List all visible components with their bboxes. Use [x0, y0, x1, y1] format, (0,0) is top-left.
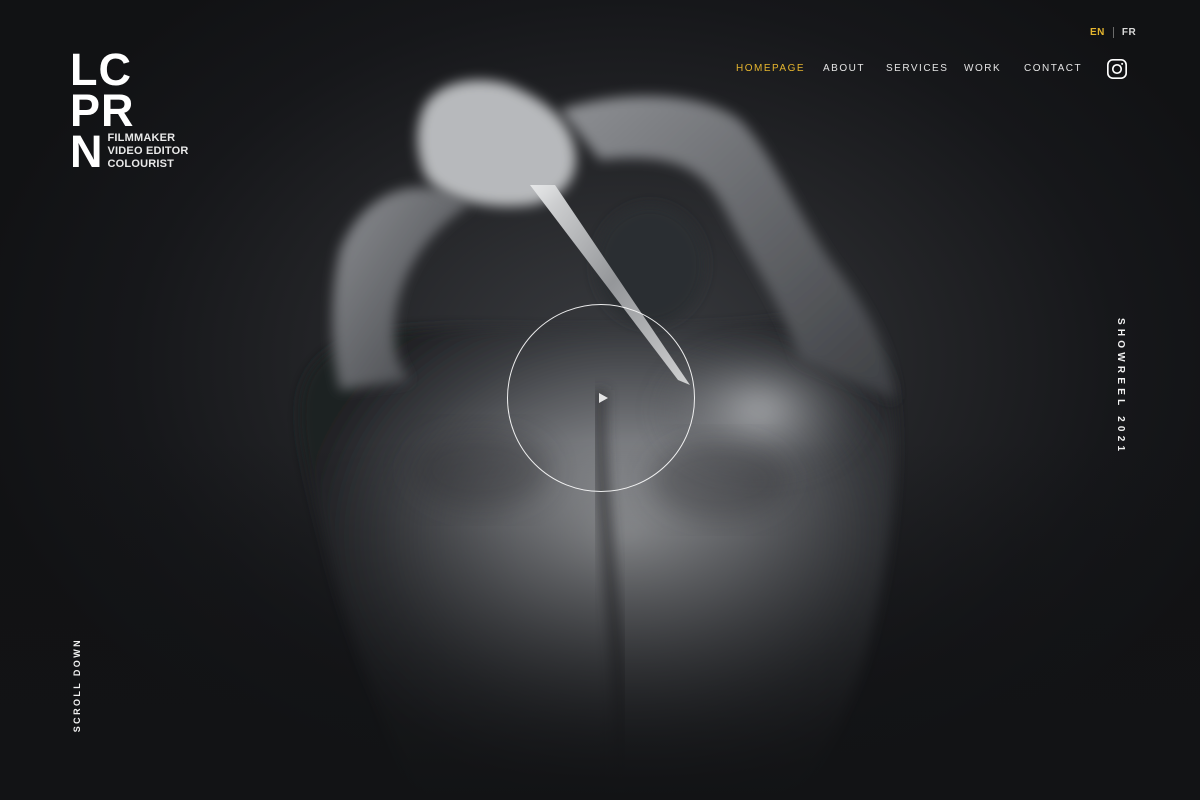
play-icon: [599, 393, 608, 403]
site-logo[interactable]: LC PR N FILMMAKER VIDEO EDITOR COLOURIST: [70, 47, 189, 177]
logo-roles: FILMMAKER VIDEO EDITOR COLOURIST: [108, 132, 189, 171]
role-video-editor: VIDEO EDITOR: [107, 145, 189, 157]
role-colourist: COLOURIST: [107, 158, 175, 170]
scroll-down-link[interactable]: SCROLL DOWN: [72, 638, 82, 732]
language-en[interactable]: EN: [1090, 27, 1105, 38]
instagram-icon[interactable]: [1106, 58, 1128, 80]
language-switch: EN FR: [1090, 27, 1136, 38]
logo-line-3: N: [70, 126, 104, 177]
language-divider: [1112, 27, 1114, 38]
hero-section: LC PR N FILMMAKER VIDEO EDITOR COLOURIST…: [0, 0, 1200, 800]
nav-services[interactable]: SERVICES: [886, 63, 964, 74]
showreel-play-button[interactable]: [507, 304, 695, 492]
main-nav: HOMEPAGE ABOUT SERVICES WORK CONTACT: [736, 63, 1084, 74]
nav-work[interactable]: WORK: [964, 63, 1024, 74]
language-fr[interactable]: FR: [1122, 27, 1136, 38]
nav-contact[interactable]: CONTACT: [1024, 63, 1084, 74]
role-filmmaker: FILMMAKER: [107, 132, 176, 144]
showreel-label[interactable]: SHOWREEL 2021: [1115, 318, 1126, 455]
nav-about[interactable]: ABOUT: [823, 63, 886, 74]
nav-homepage[interactable]: HOMEPAGE: [736, 63, 823, 74]
